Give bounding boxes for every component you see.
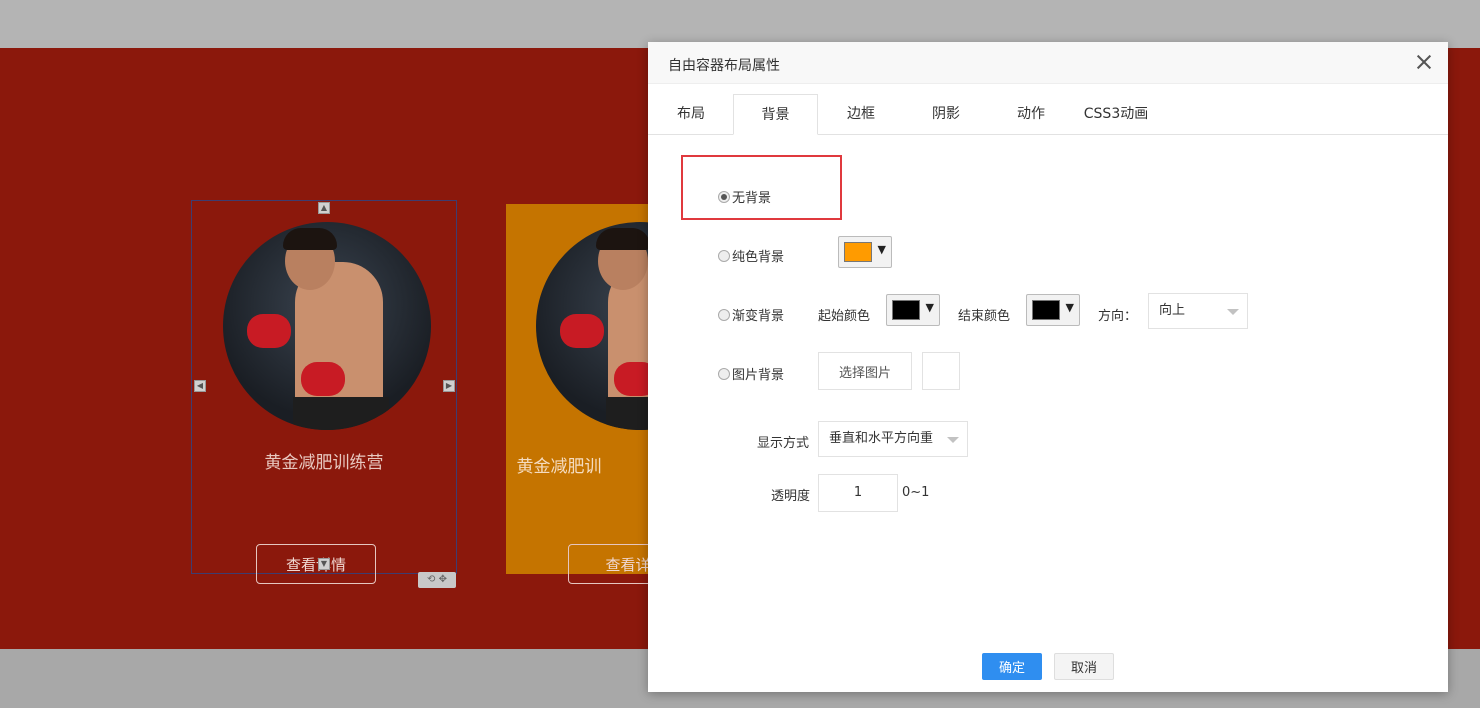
layout-properties-dialog: 自由容器布局属性 布局 背景 边框 阴影 动作 CSS3动画 无背景 纯色背景 … bbox=[648, 42, 1448, 692]
opacity-range-hint: 0~1 bbox=[902, 485, 930, 500]
option-solid[interactable]: 纯色背景 bbox=[718, 246, 784, 265]
radio-solid[interactable] bbox=[718, 249, 730, 262]
gradient-start-label: 起始颜色 bbox=[818, 309, 871, 324]
card-title: 黄金减肥训练营 bbox=[264, 453, 384, 473]
tab-background[interactable]: 背景 bbox=[733, 94, 818, 135]
option-none-label: 无背景 bbox=[732, 191, 772, 206]
radio-image[interactable] bbox=[718, 367, 730, 380]
container-tools-icon[interactable]: ⟲ ✥ bbox=[418, 572, 456, 588]
dropdown-arrow-icon: ▼ bbox=[925, 301, 934, 314]
dialog-header: 自由容器布局属性 bbox=[648, 42, 1448, 84]
top-strip bbox=[0, 0, 1480, 48]
gradient-start-fill bbox=[892, 300, 920, 320]
caret-down-icon bbox=[947, 437, 959, 443]
radio-none[interactable] bbox=[718, 190, 730, 203]
resize-handle-top-icon[interactable]: ▲ bbox=[318, 202, 330, 214]
choose-image-button[interactable]: 选择图片 bbox=[818, 352, 912, 390]
image-preview bbox=[922, 352, 960, 390]
gradient-end-label: 结束颜色 bbox=[958, 309, 1011, 324]
option-gradient[interactable]: 渐变背景 bbox=[718, 305, 784, 324]
display-mode-label: 显示方式 bbox=[757, 436, 810, 451]
gradient-direction-value: 向上 bbox=[1159, 303, 1186, 318]
gradient-direction-label: 方向： bbox=[1098, 309, 1138, 324]
option-none[interactable]: 无背景 bbox=[718, 187, 771, 206]
dropdown-arrow-icon: ▼ bbox=[1065, 301, 1074, 314]
tab-border[interactable]: 边框 bbox=[818, 94, 904, 135]
solid-color-picker[interactable]: ▼ bbox=[838, 236, 892, 268]
tab-shadow[interactable]: 阴影 bbox=[903, 94, 989, 135]
caret-down-icon bbox=[1227, 309, 1239, 315]
close-icon[interactable] bbox=[1416, 54, 1432, 70]
dialog-title: 自由容器布局属性 bbox=[668, 58, 780, 74]
view-details-button[interactable]: 查看详情 bbox=[256, 544, 376, 584]
tab-bar: 布局 背景 边框 阴影 动作 CSS3动画 bbox=[648, 94, 1448, 135]
gradient-direction-select[interactable]: 向上 bbox=[1148, 293, 1248, 329]
gradient-start-picker[interactable]: ▼ bbox=[886, 294, 940, 326]
resize-handle-bottom-icon[interactable]: ▼ bbox=[318, 558, 330, 570]
opacity-label: 透明度 bbox=[771, 489, 811, 504]
gradient-end-fill bbox=[1032, 300, 1060, 320]
display-mode-select[interactable]: 垂直和水平方向重 bbox=[818, 421, 968, 457]
ok-button[interactable]: 确定 bbox=[982, 653, 1042, 680]
option-solid-label: 纯色背景 bbox=[732, 250, 785, 265]
gradient-end-picker[interactable]: ▼ bbox=[1026, 294, 1080, 326]
cancel-button[interactable]: 取消 bbox=[1054, 653, 1114, 680]
option-image-label: 图片背景 bbox=[732, 368, 785, 383]
tab-css3-animation[interactable]: CSS3动画 bbox=[1073, 94, 1159, 135]
resize-handle-left-icon[interactable]: ◀ bbox=[194, 380, 206, 392]
option-gradient-label: 渐变背景 bbox=[732, 309, 785, 324]
tab-layout[interactable]: 布局 bbox=[648, 94, 734, 135]
display-mode-value: 垂直和水平方向重 bbox=[829, 431, 934, 446]
radio-gradient[interactable] bbox=[718, 308, 730, 321]
resize-handle-right-icon[interactable]: ▶ bbox=[443, 380, 455, 392]
boxer-photo bbox=[223, 222, 431, 430]
opacity-input[interactable]: 1 bbox=[818, 474, 898, 512]
course-card-selected[interactable]: 黄金减肥训练营 查看详情 ▲ ▼ ◀ ▶ ⟲ ✥ bbox=[191, 200, 457, 588]
tab-action[interactable]: 动作 bbox=[988, 94, 1074, 135]
solid-color-fill bbox=[844, 242, 872, 262]
option-image[interactable]: 图片背景 bbox=[718, 364, 784, 383]
dropdown-arrow-icon: ▼ bbox=[877, 243, 886, 256]
